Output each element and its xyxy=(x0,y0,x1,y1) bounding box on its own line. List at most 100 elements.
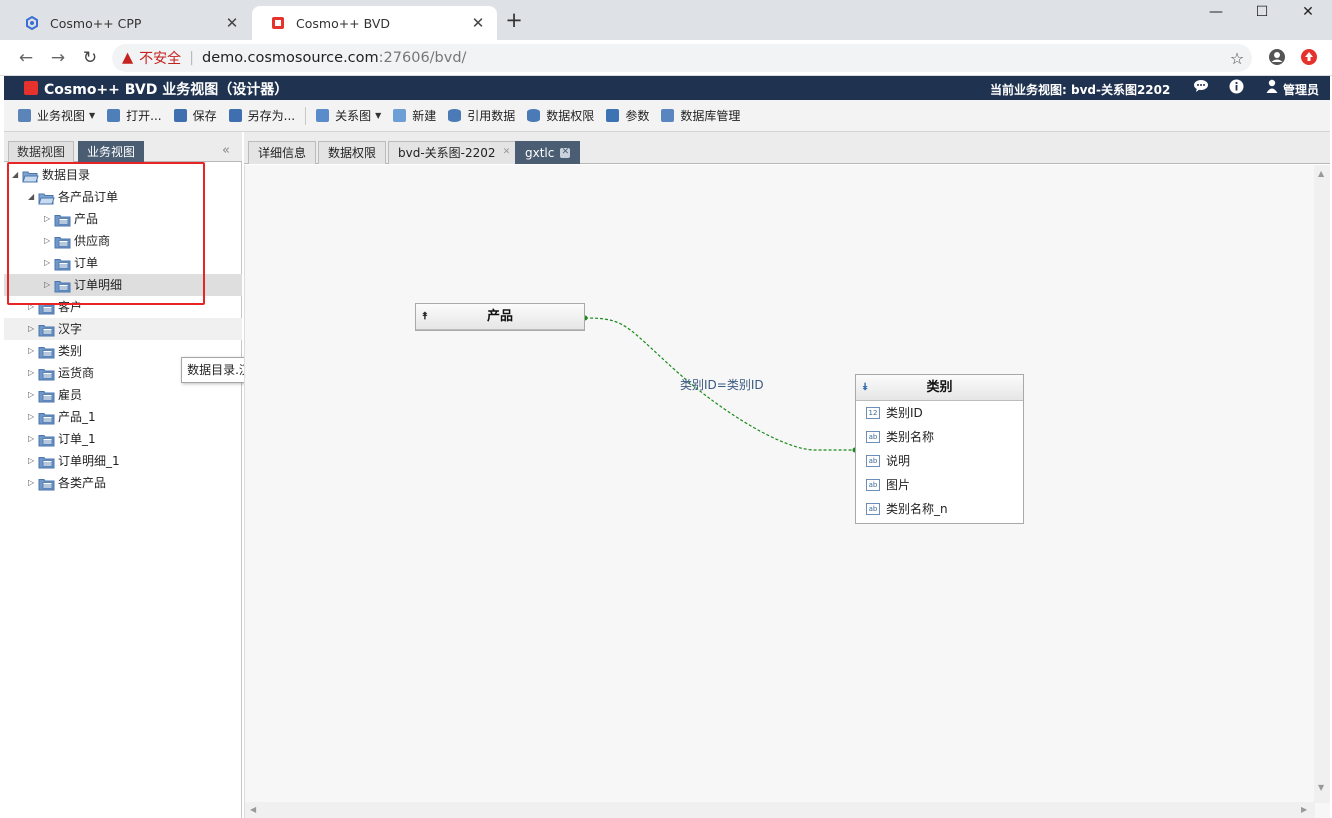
browser-tab-bvd[interactable]: Cosmo++ BVD ✕ xyxy=(252,6,497,40)
profile-icon[interactable] xyxy=(1266,48,1288,70)
expand-up-icon[interactable]: ⯭ xyxy=(422,304,428,330)
diagram-menu-button[interactable]: 关系图 ▼ xyxy=(310,104,387,128)
tree-node[interactable]: ▷ 订单 xyxy=(4,252,242,274)
entity-header[interactable]: ⯭ 产品 xyxy=(416,304,584,330)
entity-title: 产品 xyxy=(486,309,513,324)
close-tab-icon[interactable]: ✕ xyxy=(223,14,241,32)
collapsed-arrow-icon[interactable]: ▷ xyxy=(28,340,34,362)
url-bar[interactable]: ▲ 不安全 | demo.cosmosource.com:27606/bvd/ xyxy=(112,44,1252,72)
tree-node[interactable]: ▷ 订单_1 xyxy=(4,428,242,450)
collapsed-arrow-icon[interactable]: ▷ xyxy=(28,472,34,494)
tree-node[interactable]: ▷ 订单明细_1 xyxy=(4,450,242,472)
tree-node[interactable]: ▷ 客户 xyxy=(4,296,242,318)
security-label[interactable]: 不安全 xyxy=(139,48,181,68)
entity-product[interactable]: ⯭ 产品 xyxy=(415,303,585,331)
entity-header[interactable]: ⯯ 类别 xyxy=(856,375,1023,401)
entity-field-row[interactable]: ab 图片 xyxy=(856,473,1023,497)
tab-data-permission[interactable]: 数据权限 xyxy=(318,141,387,164)
toolbar-label: 关系图 xyxy=(335,109,372,123)
left-tab-strip: 数据视图 业务视图 « xyxy=(4,132,242,162)
new-button[interactable]: 新建 xyxy=(387,104,442,128)
vertical-scrollbar[interactable]: ▲ ▼ xyxy=(1314,165,1330,803)
tab-data-view[interactable]: 数据视图 xyxy=(8,141,75,162)
user-name[interactable]: 管理员 xyxy=(1283,81,1319,98)
table-folder-icon xyxy=(38,366,55,381)
minimize-window-button[interactable]: — xyxy=(1193,2,1239,22)
info-icon[interactable] xyxy=(1229,79,1244,98)
entity-field-row[interactable]: 12 类别ID xyxy=(856,401,1023,425)
tree-node[interactable]: ▷ 雇员 xyxy=(4,384,242,406)
table-folder-icon xyxy=(38,388,55,403)
bookmark-star-icon[interactable]: ☆ xyxy=(1226,48,1248,70)
reload-icon[interactable]: ↻ xyxy=(78,46,102,70)
close-tab-icon[interactable]: ✕ xyxy=(469,14,487,32)
open-button[interactable]: 打开... xyxy=(101,104,167,128)
scroll-right-icon[interactable]: ▶ xyxy=(1301,805,1307,814)
collapsed-arrow-icon[interactable]: ▷ xyxy=(28,318,34,340)
tab-gxtlc[interactable]: gxtlc ✕ xyxy=(515,141,581,164)
horizontal-scrollbar[interactable]: ◀ ▶ xyxy=(245,802,1315,818)
scroll-left-icon[interactable]: ◀ xyxy=(250,805,256,814)
relation-label[interactable]: 类别ID=类别ID xyxy=(680,376,764,393)
collapsed-arrow-icon[interactable]: ▷ xyxy=(44,252,50,274)
close-window-button[interactable]: ✕ xyxy=(1285,2,1331,22)
cosmo-favicon-icon xyxy=(24,15,40,31)
collapsed-arrow-icon[interactable]: ▷ xyxy=(44,230,50,252)
tree-node[interactable]: ▷ 产品 xyxy=(4,208,242,230)
scroll-up-icon[interactable]: ▲ xyxy=(1318,169,1324,178)
table-folder-icon xyxy=(38,476,55,491)
collapsed-arrow-icon[interactable]: ▷ xyxy=(44,208,50,230)
reference-data-button[interactable]: 引用数据 xyxy=(442,104,521,128)
tree-node-label: 产品 xyxy=(74,212,99,226)
db-manage-button[interactable]: 数据库管理 xyxy=(655,104,746,128)
table-folder-icon xyxy=(38,322,55,337)
collapsed-arrow-icon[interactable]: ▷ xyxy=(28,296,34,318)
scroll-down-icon[interactable]: ▼ xyxy=(1318,783,1324,792)
maximize-window-button[interactable]: ☐ xyxy=(1239,2,1285,22)
tree-node[interactable]: ▷ 订单明细 xyxy=(4,274,242,296)
url-host: demo.cosmosource.com xyxy=(202,50,379,66)
tree-node[interactable]: ▷ 各类产品 xyxy=(4,472,242,494)
business-view-menu-button[interactable]: 业务视图 ▼ xyxy=(12,104,101,128)
tree-node[interactable]: ▷ 汉字 xyxy=(4,318,242,340)
collapse-down-icon[interactable]: ⯯ xyxy=(862,375,868,401)
toolbar-label: 引用数据 xyxy=(467,109,516,123)
save-as-button[interactable]: 另存为... xyxy=(223,104,301,128)
entity-category[interactable]: ⯯ 类别 12 类别ID ab 类别名称 ab 说明 ab 图片 ab 类别名称_n xyxy=(855,374,1024,524)
tree-node-label: 类别 xyxy=(58,344,83,358)
expanded-arrow-icon[interactable]: ◢ xyxy=(28,186,34,208)
expanded-arrow-icon[interactable]: ◢ xyxy=(12,164,18,186)
chat-bubble-icon[interactable] xyxy=(1193,79,1209,97)
new-tab-button[interactable]: + xyxy=(502,9,526,33)
params-button[interactable]: 参数 xyxy=(600,104,655,128)
entity-field-row[interactable]: ab 类别名称 xyxy=(856,425,1023,449)
tree-node[interactable]: ◢ 数据目录 xyxy=(4,164,242,186)
entity-field-row[interactable]: ab 说明 xyxy=(856,449,1023,473)
collapsed-arrow-icon[interactable]: ▷ xyxy=(28,384,34,406)
database-icon xyxy=(448,109,462,122)
collapsed-arrow-icon[interactable]: ▷ xyxy=(28,450,34,472)
tree-node[interactable]: ▷ 产品_1 xyxy=(4,406,242,428)
collapsed-arrow-icon[interactable]: ▷ xyxy=(28,362,34,384)
save-button[interactable]: 保存 xyxy=(168,104,223,128)
update-icon[interactable] xyxy=(1298,48,1320,70)
diagram-canvas[interactable]: 类别ID=类别ID ⯭ 产品 ⯯ 类别 12 类别ID ab 类别名称 ab 说明 ab 图片… xyxy=(244,165,1330,818)
collapsed-arrow-icon[interactable]: ▷ xyxy=(44,274,50,296)
collapsed-arrow-icon[interactable]: ▷ xyxy=(28,428,34,450)
tab-bvd-diagram-2202[interactable]: bvd-关系图-2202 ✕ xyxy=(388,141,522,164)
browser-tab-cpp[interactable]: Cosmo++ CPP ✕ xyxy=(6,6,251,40)
collapse-panel-icon[interactable]: « xyxy=(222,143,230,158)
tree-node[interactable]: ◢ 各产品订单 xyxy=(4,186,242,208)
collapsed-arrow-icon[interactable]: ▷ xyxy=(28,406,34,428)
tab-details[interactable]: 详细信息 xyxy=(248,141,317,164)
user-icon xyxy=(1266,79,1278,97)
back-arrow-icon[interactable]: ← xyxy=(14,46,38,70)
tree-node[interactable]: ▷ 供应商 xyxy=(4,230,242,252)
save-as-icon xyxy=(228,109,242,122)
close-tab-icon[interactable]: ✕ xyxy=(560,148,571,158)
forward-arrow-icon[interactable]: → xyxy=(46,46,70,70)
data-permission-button[interactable]: 数据权限 xyxy=(521,104,600,128)
close-tab-icon[interactable]: ✕ xyxy=(502,148,512,158)
entity-field-row[interactable]: ab 类别名称_n xyxy=(856,497,1023,521)
tab-business-view[interactable]: 业务视图 xyxy=(78,141,145,162)
